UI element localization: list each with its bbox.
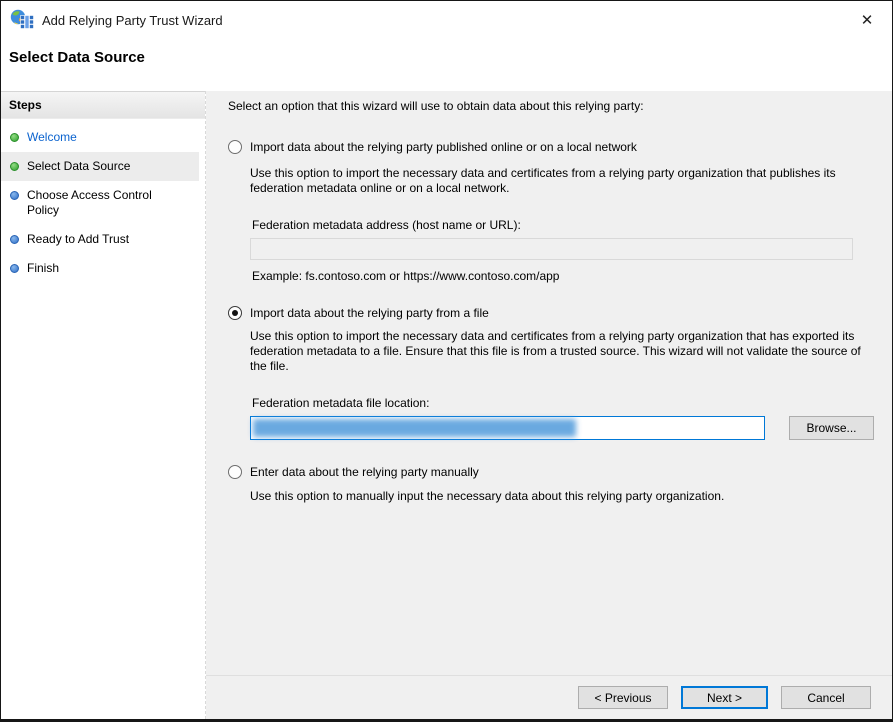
browse-button[interactable]: Browse...: [789, 416, 874, 440]
radio-selected-dot-icon: [232, 310, 238, 316]
option-file-description: Use this option to import the necessary …: [250, 329, 861, 373]
step-item-finish: Finish: [1, 254, 199, 283]
federation-metadata-address-input[interactable]: [250, 238, 853, 260]
option-manual-row: Enter data about the relying party manua…: [228, 465, 874, 480]
option-online-row: Import data about the relying party publ…: [228, 140, 874, 155]
step-todo-dot-icon: [10, 191, 19, 200]
step-item-choose-access-control-policy: Choose Access Control Policy: [1, 181, 199, 225]
radio-file-label: Import data about the relying party from…: [250, 306, 489, 320]
step-label: Ready to Add Trust: [27, 232, 130, 246]
cancel-button[interactable]: Cancel: [781, 686, 871, 709]
step-item-ready-to-add-trust: Ready to Add Trust: [1, 225, 199, 254]
step-done-dot-icon: [10, 162, 19, 171]
file-location-row: Browse...: [250, 416, 874, 440]
wizard-dialog: Add Relying Party Trust Wizard ✕ Select …: [0, 0, 893, 722]
radio-manual[interactable]: [228, 465, 242, 479]
window-title: Add Relying Party Trust Wizard: [42, 12, 223, 28]
step-todo-dot-icon: [10, 264, 19, 273]
main-content: Select an option that this wizard will u…: [206, 91, 892, 675]
radio-file[interactable]: [228, 306, 242, 320]
radio-online[interactable]: [228, 140, 242, 154]
close-icon[interactable]: ✕: [852, 6, 882, 34]
adfs-app-icon: [10, 9, 34, 29]
step-list: Welcome Select Data Source Choose Access…: [1, 123, 205, 283]
option-online-description: Use this option to import the necessary …: [250, 166, 836, 195]
steps-header: Steps: [1, 91, 205, 119]
wizard-body: Steps Welcome Select Data Source Choose …: [1, 91, 892, 719]
title-bar: Add Relying Party Trust Wizard ✕: [1, 1, 892, 39]
metadata-file-label: Federation metadata file location:: [252, 396, 430, 410]
steps-sidebar: Steps Welcome Select Data Source Choose …: [1, 91, 206, 719]
step-todo-dot-icon: [10, 235, 19, 244]
page-title: Select Data Source: [9, 49, 145, 66]
step-label: Select Data Source: [27, 159, 131, 173]
step-item-select-data-source: Select Data Source: [1, 152, 199, 181]
federation-metadata-file-input[interactable]: [251, 417, 764, 439]
step-item-welcome: Welcome: [1, 123, 199, 152]
next-button[interactable]: Next >: [681, 686, 768, 709]
step-label: Finish: [27, 261, 60, 275]
radio-online-label: Import data about the relying party publ…: [250, 140, 637, 154]
step-done-dot-icon: [10, 133, 19, 142]
button-bar: < Previous Next > Cancel: [206, 675, 892, 719]
option-manual-description: Use this option to manually input the ne…: [250, 489, 725, 503]
radio-manual-label: Enter data about the relying party manua…: [250, 465, 479, 479]
intro-text: Select an option that this wizard will u…: [228, 99, 644, 113]
file-input-wrapper: [250, 416, 765, 440]
previous-button[interactable]: < Previous: [578, 686, 668, 709]
metadata-address-example: Example: fs.contoso.com or https://www.c…: [252, 269, 560, 283]
step-label: Choose Access Control Policy: [27, 188, 152, 217]
option-file-row: Import data about the relying party from…: [228, 306, 874, 321]
metadata-address-label: Federation metadata address (host name o…: [252, 218, 521, 232]
main-panel: Select an option that this wizard will u…: [206, 91, 892, 719]
step-label: Welcome: [27, 130, 77, 144]
